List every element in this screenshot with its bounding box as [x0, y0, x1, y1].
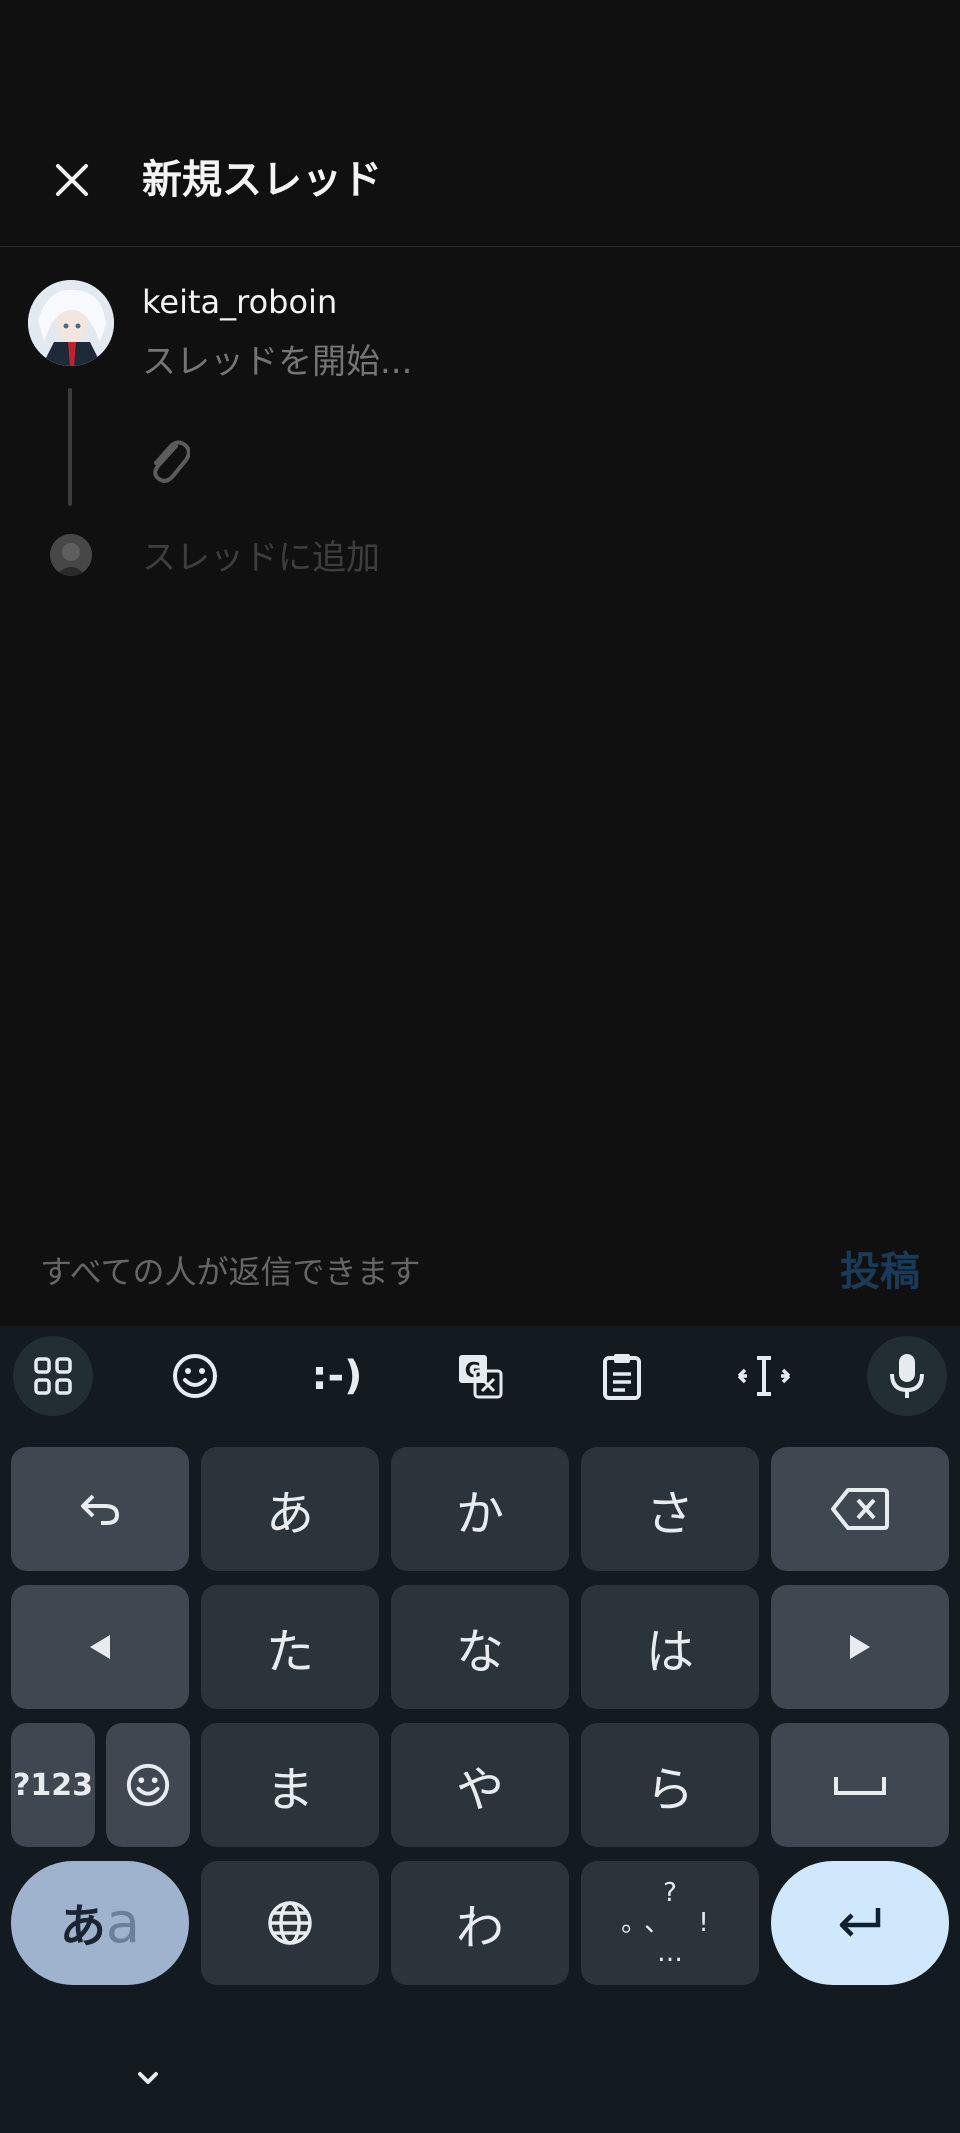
- close-icon: [56, 164, 88, 196]
- emoji-icon: [126, 1763, 170, 1807]
- key-ka[interactable]: か: [391, 1447, 569, 1571]
- grid-icon: [34, 1357, 72, 1395]
- username: keita_roboin: [142, 283, 338, 321]
- arrow-right-icon: [850, 1635, 870, 1659]
- translate-button[interactable]: G: [440, 1336, 520, 1416]
- post-button[interactable]: 投稿: [840, 1248, 920, 1296]
- clipboard-icon: [603, 1354, 641, 1400]
- enter-key[interactable]: [771, 1861, 949, 1985]
- close-button[interactable]: [44, 152, 100, 208]
- thread-text-input[interactable]: [142, 340, 902, 384]
- arrow-left-icon: [90, 1635, 110, 1659]
- punct-top: ?: [663, 1878, 677, 1908]
- undo-icon: [81, 1494, 120, 1525]
- key-ra[interactable]: ら: [581, 1723, 759, 1847]
- numbers-key[interactable]: ?123: [11, 1723, 95, 1847]
- punctuation-key[interactable]: ? 。、 ! …: [581, 1861, 759, 1985]
- undo-key[interactable]: [11, 1447, 189, 1571]
- avatar[interactable]: [28, 280, 114, 366]
- text-cursor-button[interactable]: [724, 1336, 804, 1416]
- avatar-image: [28, 280, 114, 366]
- cursor-left-key[interactable]: [11, 1585, 189, 1709]
- globe-icon: [268, 1901, 312, 1945]
- chevron-down-icon: [138, 2072, 158, 2084]
- paperclip-icon: [153, 440, 191, 483]
- backspace-key[interactable]: [771, 1447, 949, 1571]
- space-key[interactable]: [771, 1723, 949, 1847]
- small-avatar: [50, 534, 92, 576]
- avatar-image: [50, 534, 92, 576]
- mode-hiragana-label: あ: [59, 1899, 106, 1953]
- key-ya[interactable]: や: [391, 1723, 569, 1847]
- key-a[interactable]: あ: [201, 1447, 379, 1571]
- attach-button[interactable]: [146, 432, 191, 484]
- key-ma[interactable]: ま: [201, 1723, 379, 1847]
- translate-icon: G: [459, 1355, 503, 1399]
- emoticon-button[interactable]: :-): [297, 1336, 377, 1416]
- add-to-thread-input[interactable]: スレッドに追加: [142, 536, 380, 580]
- backspace-icon: [831, 1488, 889, 1530]
- reply-setting[interactable]: すべての人が返信できます: [40, 1250, 420, 1294]
- key-ha[interactable]: は: [581, 1585, 759, 1709]
- key-ta[interactable]: た: [201, 1585, 379, 1709]
- emoji-button[interactable]: [155, 1336, 235, 1416]
- voice-input-button[interactable]: [867, 1336, 947, 1416]
- language-key[interactable]: [201, 1861, 379, 1985]
- input-mode-key[interactable]: あa: [11, 1861, 189, 1985]
- keyboard-apps-button[interactable]: [13, 1336, 93, 1416]
- header: [0, 0, 960, 247]
- emoji-icon: [173, 1354, 217, 1398]
- page-title: 新規スレッド: [142, 157, 382, 203]
- enter-icon: [839, 1908, 881, 1937]
- microphone-icon: [890, 1354, 924, 1398]
- key-sa[interactable]: さ: [581, 1447, 759, 1571]
- mode-alphabet-label: a: [105, 1890, 141, 1956]
- clipboard-button[interactable]: [582, 1336, 662, 1416]
- key-na[interactable]: な: [391, 1585, 569, 1709]
- key-wa[interactable]: わ: [391, 1861, 569, 1985]
- cursor-right-key[interactable]: [771, 1585, 949, 1709]
- hide-keyboard-button[interactable]: [128, 2060, 168, 2096]
- emoji-key[interactable]: [106, 1723, 190, 1847]
- thread-connector-line: [68, 388, 72, 506]
- cursor-move-icon: [737, 1356, 791, 1396]
- punct-middle: 。、 !: [621, 1908, 719, 1938]
- space-icon: [834, 1777, 886, 1795]
- punct-bottom: …: [657, 1938, 683, 1968]
